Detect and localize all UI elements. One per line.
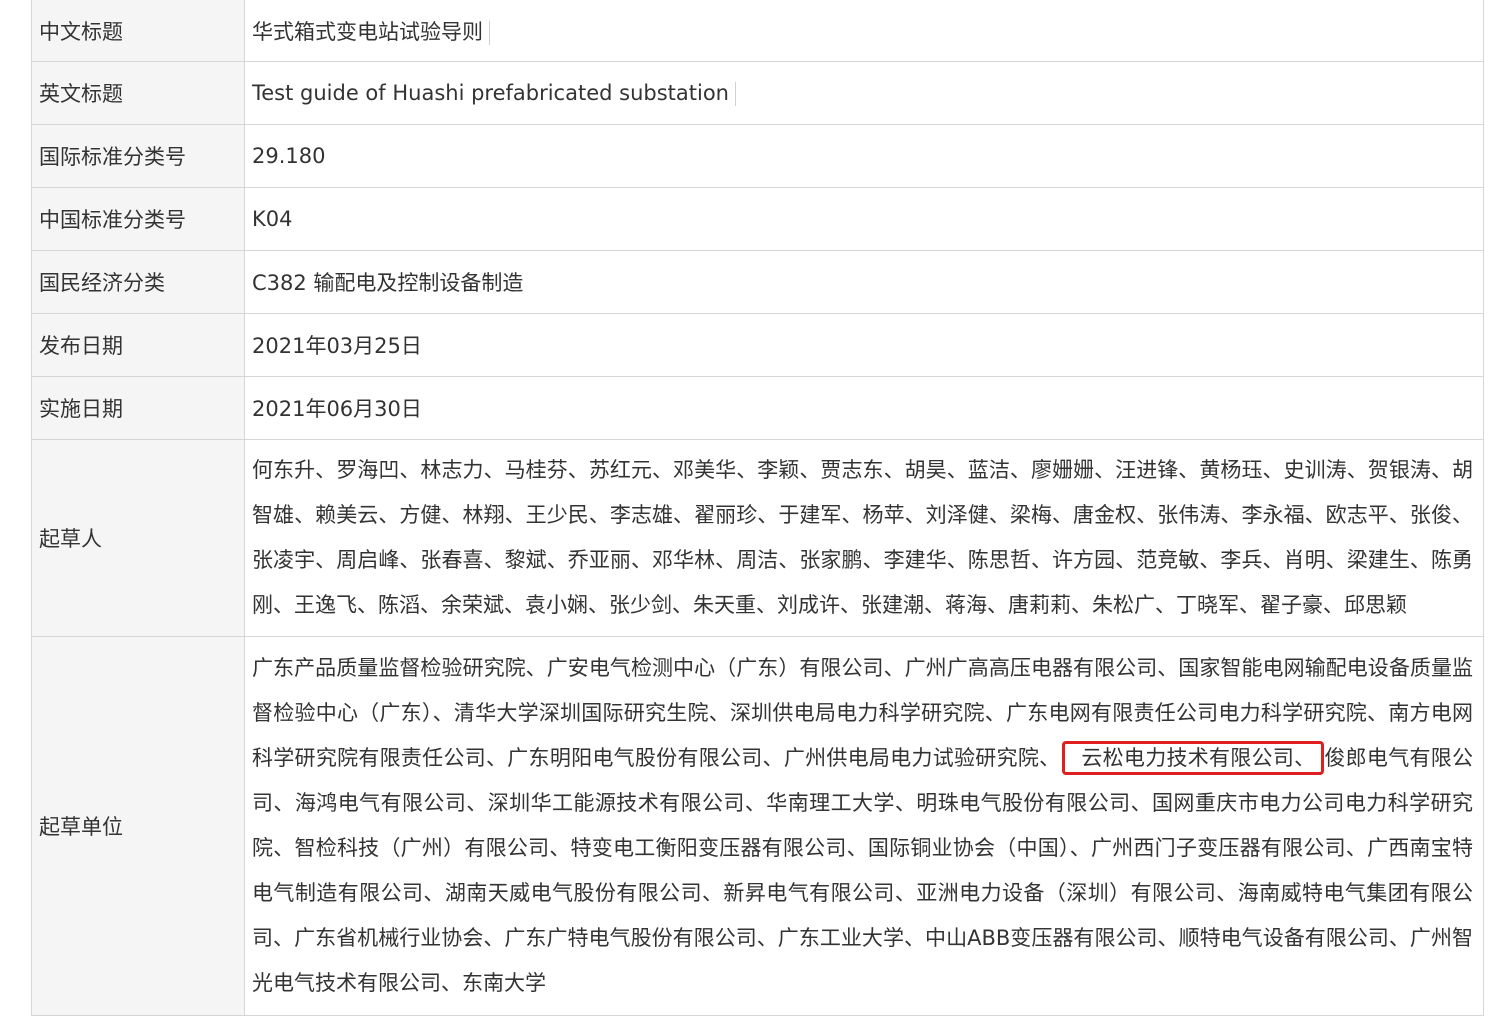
- text-caret: [489, 20, 490, 45]
- ccs-code-value: K04: [244, 187, 1484, 251]
- row-label: 国民经济分类: [31, 250, 245, 314]
- drafting-units-text: 广东产品质量监督检验研究院、广安电气检测中心（广东）有限公司、广州广高高压电器有…: [252, 646, 1473, 1006]
- english-title-value: Test guide of Huashi prefabricated subst…: [252, 80, 729, 105]
- row-label: 英文标题: [31, 61, 245, 125]
- chinese-title-value: 华式箱式变电站试验导则: [252, 19, 483, 44]
- row-economic-class: 国民经济分类 C382 输配电及控制设备制造: [31, 250, 1484, 314]
- row-label: 中文标题: [31, 0, 245, 62]
- row-label: 发布日期: [31, 313, 245, 377]
- row-value-cell: 华式箱式变电站试验导则: [244, 0, 1484, 62]
- row-label: 起草人: [31, 439, 245, 637]
- effective-date-value: 2021年06月30日: [244, 376, 1484, 440]
- row-english-title: 英文标题 Test guide of Huashi prefabricated …: [31, 61, 1484, 125]
- row-ics-code: 国际标准分类号 29.180: [31, 124, 1484, 188]
- row-drafters: 起草人 何东升、罗海凹、林志力、马桂芬、苏红元、邓美华、李颖、贾志东、胡昊、蓝洁…: [31, 439, 1484, 637]
- units-text-after: 俊郎电气有限公司、海鸿电气有限公司、深圳华工能源技术有限公司、华南理工大学、明珠…: [252, 746, 1474, 995]
- row-value-cell: Test guide of Huashi prefabricated subst…: [244, 61, 1484, 125]
- row-effective-date: 实施日期 2021年06月30日: [31, 376, 1484, 440]
- economic-class-value: C382 输配电及控制设备制造: [244, 250, 1484, 314]
- standard-info-table: 中文标题 华式箱式变电站试验导则 英文标题 Test guide of Huas…: [31, 0, 1484, 1016]
- text-caret: [734, 81, 736, 106]
- row-drafting-units: 起草单位 广东产品质量监督检验研究院、广安电气检测中心（广东）有限公司、广州广高…: [31, 636, 1484, 1016]
- row-publish-date: 发布日期 2021年03月25日: [31, 313, 1484, 377]
- row-label: 国际标准分类号: [31, 124, 245, 188]
- row-chinese-title: 中文标题 华式箱式变电站试验导则: [31, 0, 1484, 62]
- highlighted-unit: 云松电力技术有限公司、: [1062, 741, 1325, 775]
- row-label: 起草单位: [31, 636, 245, 1016]
- drafting-units-cell: 广东产品质量监督检验研究院、广安电气检测中心（广东）有限公司、广州广高高压电器有…: [244, 636, 1484, 1016]
- ics-code-value: 29.180: [244, 124, 1484, 188]
- publish-date-value: 2021年03月25日: [244, 313, 1484, 377]
- row-label: 中国标准分类号: [31, 187, 245, 251]
- drafters-value: 何东升、罗海凹、林志力、马桂芬、苏红元、邓美华、李颖、贾志东、胡昊、蓝洁、廖姗姗…: [244, 439, 1484, 637]
- row-label: 实施日期: [31, 376, 245, 440]
- row-ccs-code: 中国标准分类号 K04: [31, 187, 1484, 251]
